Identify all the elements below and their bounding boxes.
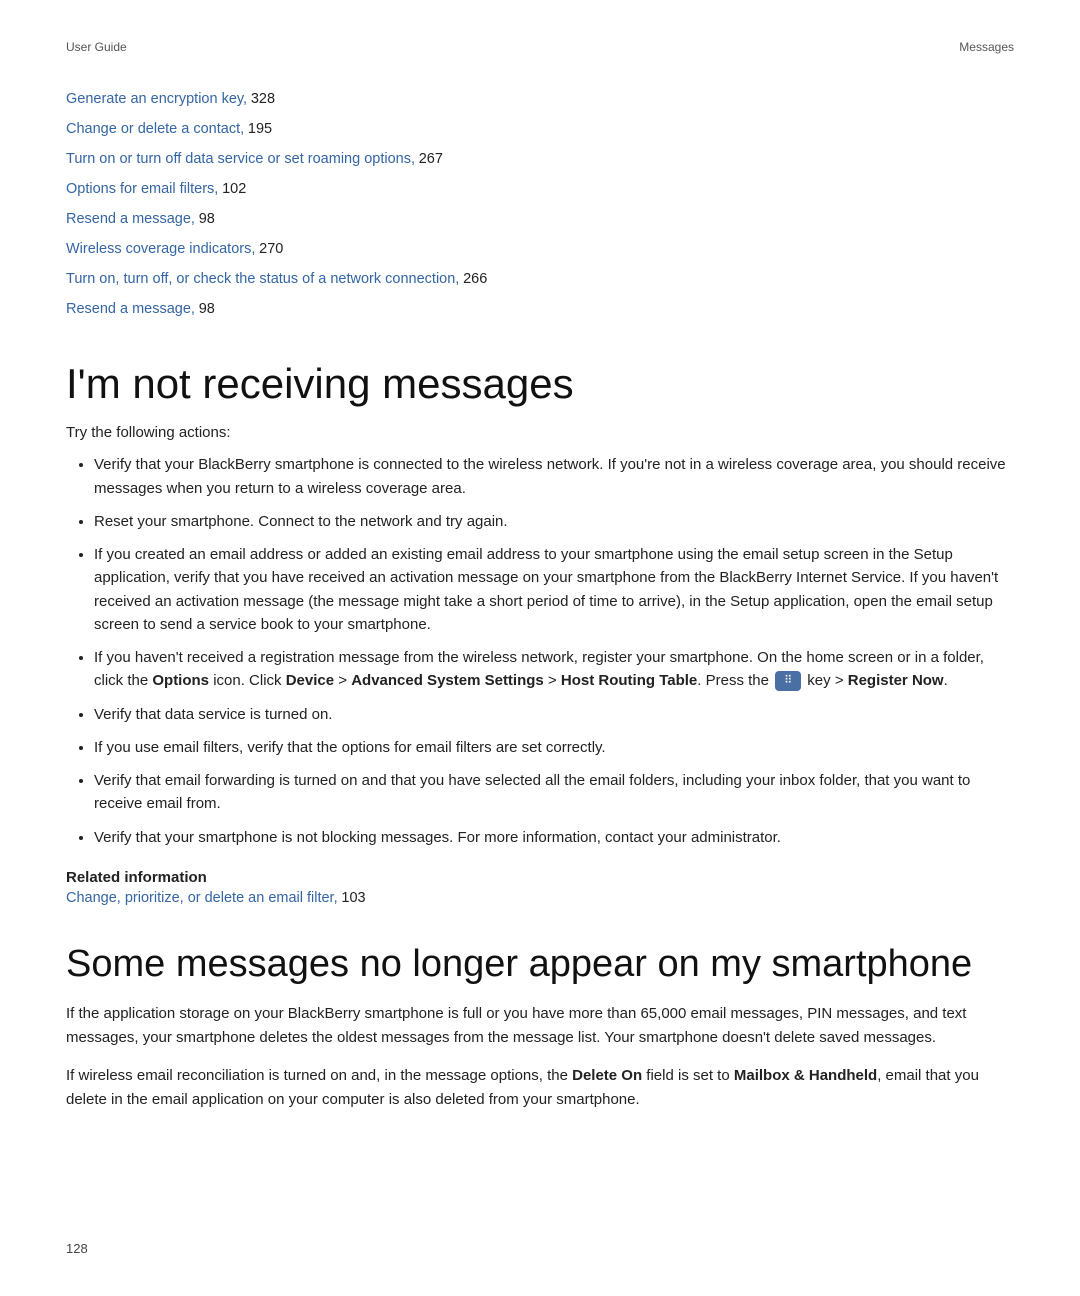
page-header: User Guide Messages xyxy=(66,40,1014,54)
link-number: 195 xyxy=(248,121,272,137)
list-item: If you use email filters, verify that th… xyxy=(94,736,1014,759)
link-anchor[interactable]: Resend a message, xyxy=(66,211,195,227)
section2-paragraph2: If wireless email reconciliation is turn… xyxy=(66,1064,1014,1112)
header-messages: Messages xyxy=(959,40,1014,54)
related-info-title: Related information xyxy=(66,869,1014,886)
section1-title: I'm not receiving messages xyxy=(66,360,1014,408)
related-link-text[interactable]: Change, prioritize, or delete an email f… xyxy=(66,890,338,906)
header-user-guide: User Guide xyxy=(66,40,127,54)
bullet4-key-after: key > xyxy=(803,672,848,689)
link-anchor[interactable]: Turn on or turn off data service or set … xyxy=(66,151,415,167)
bullet4-register: Register Now xyxy=(848,672,944,689)
link-item: Turn on or turn off data service or set … xyxy=(66,144,1014,174)
bullet4-host: Host Routing Table xyxy=(561,672,697,689)
try-text: Try the following actions: xyxy=(66,424,1014,441)
related-link-number: 103 xyxy=(341,890,365,906)
link-anchor[interactable]: Resend a message, xyxy=(66,301,195,317)
list-item: Reset your smartphone. Connect to the ne… xyxy=(94,510,1014,533)
para2-mailbox: Mailbox & Handheld xyxy=(734,1067,877,1084)
link-item: Options for email filters, 102 xyxy=(66,174,1014,204)
link-item: Wireless coverage indicators, 270 xyxy=(66,234,1014,264)
list-item: Verify that your BlackBerry smartphone i… xyxy=(94,453,1014,500)
link-anchor[interactable]: Wireless coverage indicators, xyxy=(66,241,255,257)
section2-paragraph1: If the application storage on your Black… xyxy=(66,1002,1014,1050)
bullet4-options: Options xyxy=(152,672,209,689)
link-number: 270 xyxy=(259,241,283,257)
related-links-list: Generate an encryption key, 328Change or… xyxy=(66,84,1014,324)
section2-title: Some messages no longer appear on my sma… xyxy=(66,943,1014,987)
list-item: Verify that your smartphone is not block… xyxy=(94,826,1014,849)
bullet4-gt2: > xyxy=(544,672,561,689)
related-link[interactable]: Change, prioritize, or delete an email f… xyxy=(66,890,1014,907)
key-icon xyxy=(775,671,801,691)
link-number: 267 xyxy=(419,151,443,167)
link-anchor[interactable]: Options for email filters, xyxy=(66,181,218,197)
link-item: Generate an encryption key, 328 xyxy=(66,84,1014,114)
bullet-list: Verify that your BlackBerry smartphone i… xyxy=(94,453,1014,849)
link-anchor[interactable]: Generate an encryption key, xyxy=(66,91,247,107)
list-item: Verify that email forwarding is turned o… xyxy=(94,769,1014,816)
link-number: 98 xyxy=(199,211,215,227)
para2-before: If wireless email reconciliation is turn… xyxy=(66,1067,572,1084)
link-number: 98 xyxy=(199,301,215,317)
bullet4-device: Device xyxy=(286,672,334,689)
link-number: 102 xyxy=(222,181,246,197)
link-item: Resend a message, 98 xyxy=(66,204,1014,234)
related-info-section: Related information Change, prioritize, … xyxy=(66,869,1014,907)
link-item: Turn on, turn off, or check the status o… xyxy=(66,264,1014,294)
bullet4-after: . Press the xyxy=(697,672,769,689)
list-item: Verify that data service is turned on. xyxy=(94,703,1014,726)
link-number: 266 xyxy=(463,271,487,287)
link-number: 328 xyxy=(251,91,275,107)
bullet4-dot: . xyxy=(944,672,948,689)
list-item: If you created an email address or added… xyxy=(94,543,1014,636)
link-anchor[interactable]: Change or delete a contact, xyxy=(66,121,244,137)
page-number: 128 xyxy=(66,1241,88,1256)
link-anchor[interactable]: Turn on, turn off, or check the status o… xyxy=(66,271,459,287)
list-item-register: If you haven't received a registration m… xyxy=(94,646,1014,693)
link-item: Change or delete a contact, 195 xyxy=(66,114,1014,144)
bullet4-gt1: > xyxy=(334,672,351,689)
para2-middle: field is set to xyxy=(642,1067,734,1084)
link-item: Resend a message, 98 xyxy=(66,294,1014,324)
bullet4-middle1: icon. Click xyxy=(209,672,286,689)
bullet4-advanced: Advanced System Settings xyxy=(351,672,544,689)
para2-delete-on: Delete On xyxy=(572,1067,642,1084)
